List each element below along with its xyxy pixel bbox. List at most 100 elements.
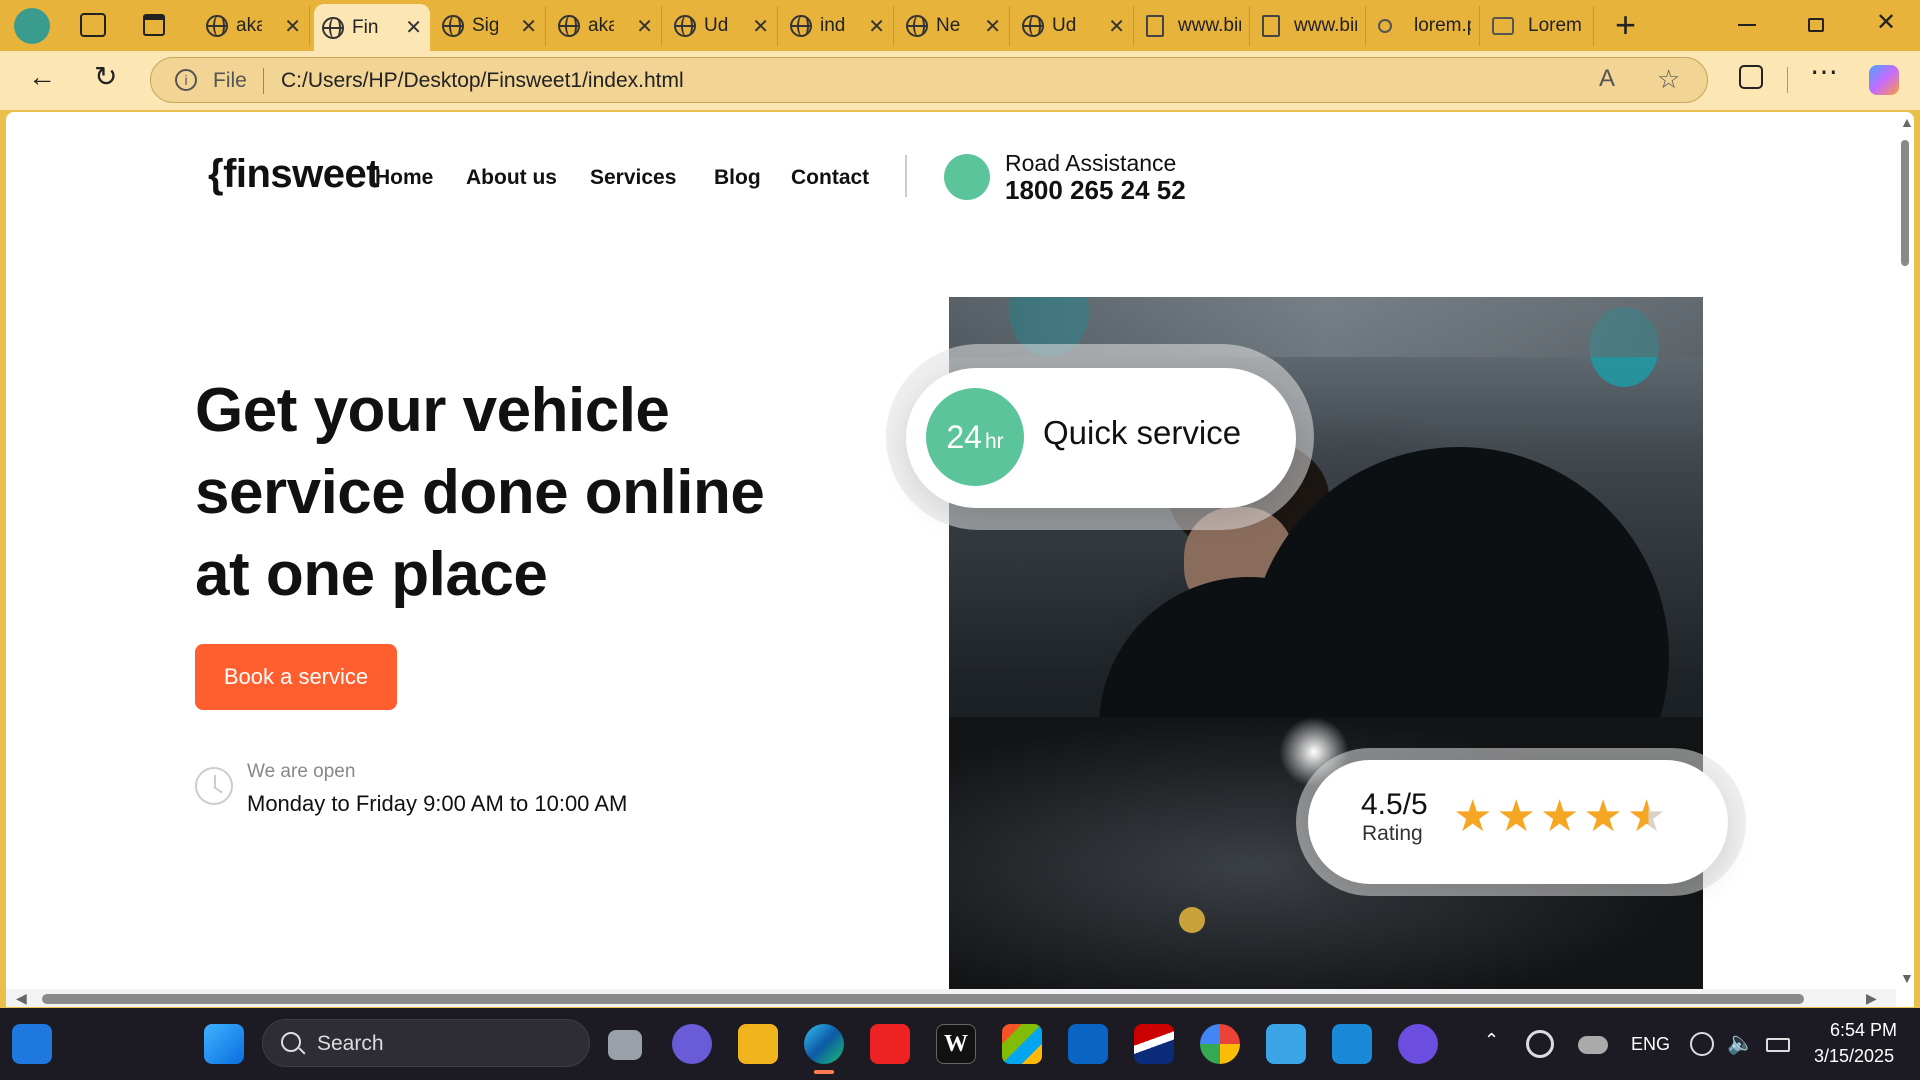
close-icon[interactable]: ✕ — [752, 14, 769, 39]
tab-7[interactable]: Ne ✕ — [898, 6, 1010, 46]
hours-label: We are open — [247, 761, 356, 782]
tab-6[interactable]: ind ✕ — [782, 6, 894, 46]
network-icon[interactable] — [1690, 1032, 1714, 1056]
youtube-icon[interactable] — [870, 1024, 910, 1064]
tab-4[interactable]: aka ✕ — [550, 6, 662, 46]
tab-actions-icon[interactable] — [143, 14, 165, 36]
address-bar[interactable]: i File C:/Users/HP/Desktop/Finsweet1/ind… — [150, 57, 1708, 103]
store-icon[interactable] — [1002, 1024, 1042, 1064]
workspaces-icon[interactable] — [80, 13, 106, 37]
show-hidden-icons[interactable]: ⌃ — [1484, 1030, 1499, 1051]
minimize-icon[interactable] — [1738, 24, 1756, 26]
extensions-icon[interactable] — [1739, 65, 1763, 89]
file-explorer-icon[interactable] — [738, 1024, 778, 1064]
vertical-scroll-thumb[interactable] — [1901, 140, 1909, 266]
globe-icon — [206, 15, 228, 37]
assistance-label: Road Assistance — [1005, 150, 1177, 176]
page-viewport: {finsweet Home About us Services Blog Co… — [6, 112, 1914, 1007]
tab-12[interactable]: Lorem P — [1484, 6, 1594, 46]
globe-icon — [322, 16, 344, 39]
horizontal-scroll-thumb[interactable] — [42, 994, 1804, 1004]
bank-icon[interactable] — [1134, 1024, 1174, 1064]
search-icon — [1378, 19, 1392, 33]
nav-home[interactable]: Home — [375, 166, 433, 190]
vscode-icon[interactable] — [1332, 1024, 1372, 1064]
volume-icon[interactable]: 🔈 — [1727, 1030, 1754, 1056]
assistance-phone[interactable]: 1800 265 24 52 — [1005, 175, 1186, 206]
refresh-icon[interactable]: ↻ — [94, 60, 117, 93]
site-logo[interactable]: {finsweet — [208, 152, 380, 197]
vertical-scrollbar[interactable]: ▲ ▼ — [1896, 112, 1914, 992]
close-icon[interactable]: ✕ — [1108, 14, 1125, 39]
language-indicator[interactable]: ENG — [1631, 1034, 1670, 1055]
back-icon[interactable]: ← — [28, 61, 56, 93]
copilot-icon[interactable] — [1869, 65, 1899, 95]
notepad-icon[interactable] — [1266, 1024, 1306, 1064]
widgets-icon[interactable] — [12, 1024, 52, 1064]
clock-icon — [195, 767, 233, 805]
taskbar-search[interactable]: Search — [262, 1019, 590, 1067]
scroll-down-icon[interactable]: ▼ — [1900, 970, 1914, 986]
half-star-icon: ★ — [1626, 792, 1671, 841]
start-icon[interactable] — [204, 1024, 244, 1064]
clock-time[interactable]: 6:54 PM — [1830, 1020, 1897, 1041]
restore-icon[interactable] — [1808, 18, 1824, 32]
onedrive-icon[interactable] — [1578, 1036, 1608, 1054]
close-icon[interactable]: ✕ — [636, 14, 653, 39]
scroll-up-icon[interactable]: ▲ — [1900, 114, 1914, 130]
scroll-right-icon[interactable]: ▶ — [1866, 990, 1877, 1007]
info-icon[interactable]: i — [175, 69, 197, 91]
scroll-left-icon[interactable]: ◀ — [16, 990, 27, 1007]
edge-active-indicator — [814, 1070, 834, 1074]
outlook-icon[interactable] — [1068, 1024, 1108, 1064]
book-service-button[interactable]: Book a service — [195, 644, 397, 710]
sync-icon[interactable] — [1526, 1030, 1554, 1058]
assistance-icon — [944, 154, 990, 200]
tab-10[interactable]: www.bir — [1254, 6, 1366, 46]
globe-icon — [558, 15, 580, 37]
scheme-label: File — [213, 69, 247, 92]
new-tab-button[interactable]: + — [1615, 4, 1636, 46]
task-view-icon[interactable] — [608, 1030, 642, 1060]
star-icon: ★ — [1453, 792, 1497, 841]
document-icon — [1146, 15, 1164, 37]
horizontal-scrollbar[interactable]: ◀ ▶ — [6, 989, 1896, 1007]
tab-8[interactable]: Ud ✕ — [1014, 6, 1134, 46]
battery-icon[interactable] — [1766, 1038, 1790, 1052]
edge-icon[interactable] — [804, 1024, 844, 1064]
close-icon[interactable]: ✕ — [520, 14, 537, 39]
tab-11[interactable]: lorem.p — [1370, 6, 1480, 46]
favorite-star-icon[interactable]: ☆ — [1657, 64, 1680, 95]
close-icon[interactable]: ✕ — [984, 14, 1001, 39]
tab-3[interactable]: Sig ✕ — [434, 6, 546, 46]
profile-avatar[interactable] — [14, 8, 50, 44]
tab-2-active[interactable]: Fin ✕ — [314, 4, 430, 51]
teams-icon[interactable] — [672, 1024, 712, 1064]
nav-services[interactable]: Services — [590, 166, 676, 190]
tab-9[interactable]: www.bir — [1138, 6, 1250, 46]
tab-5[interactable]: Ud ✕ — [666, 6, 778, 46]
tab-1[interactable]: aka ✕ — [198, 6, 310, 46]
globe-icon — [674, 15, 696, 37]
globe-icon — [442, 15, 464, 37]
nav-contact[interactable]: Contact — [791, 166, 869, 190]
header-divider — [905, 155, 907, 197]
rating-value: 4.5/5 — [1361, 788, 1428, 821]
close-icon[interactable]: ✕ — [868, 14, 885, 39]
close-window-icon[interactable]: ✕ — [1876, 8, 1896, 37]
rating-label: Rating — [1362, 822, 1423, 845]
clock-date[interactable]: 3/15/2025 — [1814, 1046, 1894, 1067]
close-icon[interactable]: ✕ — [405, 15, 422, 40]
media-player-icon[interactable] — [1398, 1024, 1438, 1064]
star-icon: ★ — [1539, 792, 1584, 841]
close-icon[interactable]: ✕ — [284, 14, 301, 39]
globe-icon — [906, 15, 928, 37]
more-icon[interactable]: ⋯ — [1810, 55, 1838, 88]
google-icon[interactable] — [1200, 1024, 1240, 1064]
wikipedia-icon[interactable]: W — [936, 1024, 976, 1064]
hours-text: Monday to Friday 9:00 AM to 10:00 AM — [247, 791, 628, 816]
nav-about-us[interactable]: About us — [466, 166, 557, 190]
read-aloud-icon[interactable]: A — [1599, 65, 1615, 93]
nav-blog[interactable]: Blog — [714, 166, 761, 190]
url-text[interactable]: C:/Users/HP/Desktop/Finsweet1/index.html — [281, 69, 684, 93]
